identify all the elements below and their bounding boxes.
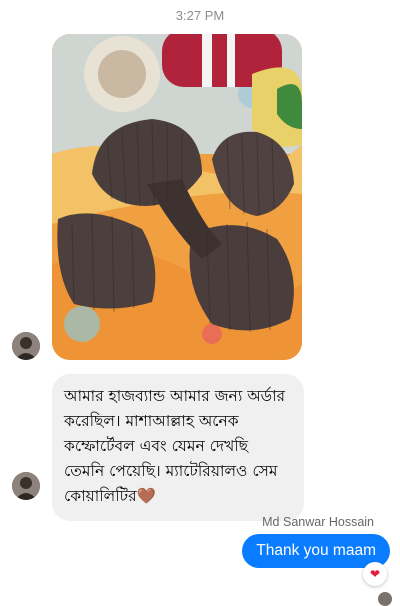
customer-avatar[interactable] [12,332,40,360]
avatar-icon [12,332,40,360]
pregnancy-pillow-image [52,34,302,360]
avatar-icon [12,472,40,500]
incoming-message-bubble[interactable]: আমার হাজব্যান্ড আমার জন্য অর্ডার করেছিল।… [52,374,304,521]
seen-indicator-avatar [378,592,392,606]
message-timestamp: 3:27 PM [175,8,225,23]
customer-avatar-secondary[interactable] [12,472,40,500]
sender-name: Md Sanwar Hossain [262,515,374,529]
product-photo[interactable] [52,34,302,360]
heart-icon[interactable]: ❤ [363,562,387,586]
